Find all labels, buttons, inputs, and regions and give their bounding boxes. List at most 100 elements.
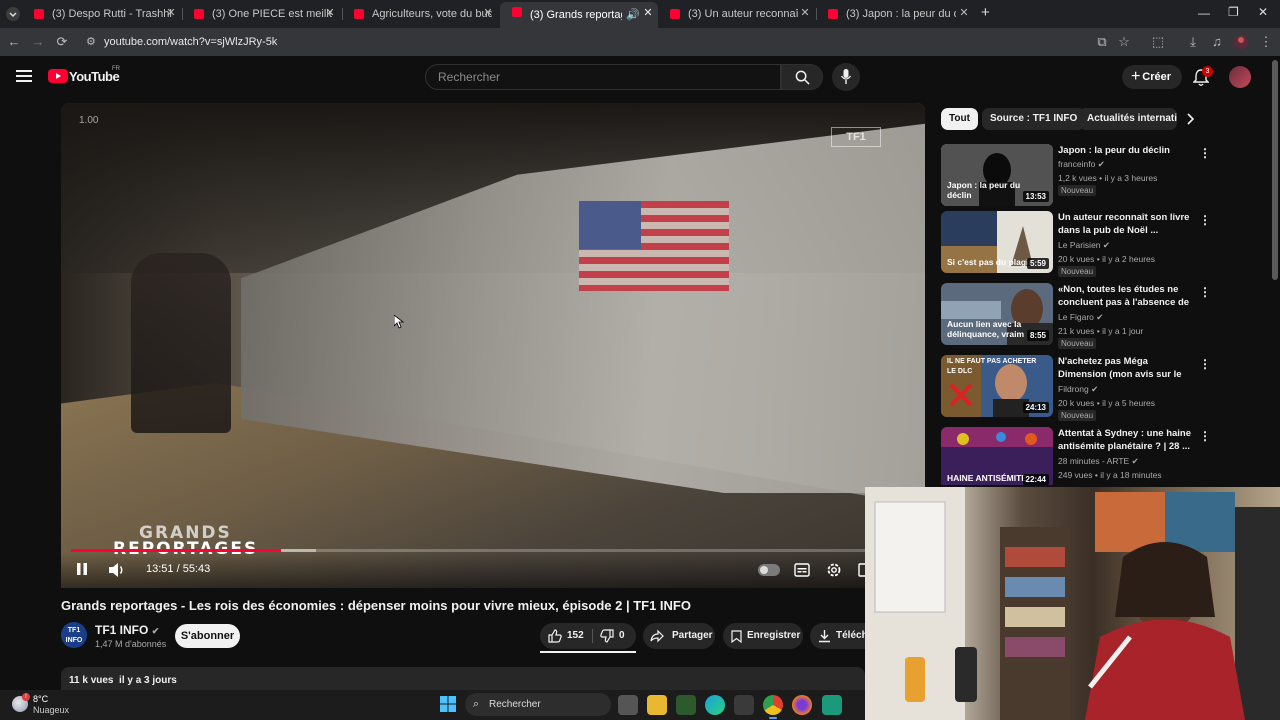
- recommendation-channel[interactable]: 28 minutes - ARTE ✔: [1058, 456, 1139, 467]
- more-actions-icon[interactable]: ⋮: [1199, 285, 1211, 299]
- like-button[interactable]: 152: [540, 623, 592, 649]
- bookmark-star-icon[interactable]: ☆: [1116, 34, 1132, 50]
- more-actions-icon[interactable]: ⋮: [1199, 429, 1211, 443]
- recommendation-thumbnail[interactable]: Aucun lien avec la délinquance, vraim 8:…: [941, 283, 1053, 345]
- channel-avatar[interactable]: TF1 INFO: [61, 622, 87, 648]
- progress-played: [71, 549, 282, 552]
- tab-close-icon[interactable]: ✕: [958, 6, 970, 20]
- verified-check-icon: ✔: [1102, 240, 1111, 250]
- chips-next-chevron-icon[interactable]: [1186, 112, 1196, 126]
- recommendation-title[interactable]: N'achetez pas Méga Dimension (mon avis s…: [1058, 355, 1196, 381]
- chrome-browser-icon[interactable]: [763, 695, 783, 715]
- recommendation-title[interactable]: Attentat à Sydney : une haine antisémite…: [1058, 427, 1196, 453]
- app-icon[interactable]: [822, 695, 842, 715]
- download-icon[interactable]: ⤓: [1185, 34, 1201, 50]
- autoplay-toggle[interactable]: [758, 564, 780, 576]
- address-bar[interactable]: ⚙ youtube.com/watch?v=sjWlzJRy-5k: [80, 32, 1140, 52]
- more-actions-icon[interactable]: ⋮: [1199, 357, 1211, 371]
- new-tab-button[interactable]: +: [981, 4, 990, 21]
- download-button[interactable]: Téléch: [810, 623, 865, 649]
- edge-browser-icon[interactable]: [705, 695, 725, 715]
- site-info-icon[interactable]: ⚙: [86, 32, 96, 52]
- browser-tab[interactable]: Agriculteurs, vote du budget...: [342, 4, 492, 24]
- dislike-button[interactable]: 0: [593, 623, 636, 649]
- window-close-icon[interactable]: ✕: [1258, 5, 1268, 19]
- recommendation-title[interactable]: Japon : la peur du déclin: [1058, 144, 1196, 157]
- save-button[interactable]: Enregistrer: [723, 623, 803, 649]
- recommendation-thumbnail[interactable]: HAINE ANTISÉMITE 22:44: [941, 427, 1053, 485]
- tab-audio-icon[interactable]: 🔊: [626, 8, 640, 21]
- channel-text: Fildrong: [1058, 384, 1089, 394]
- video-player[interactable]: TF1 1.00 GRANDS REPORTAGES 13:51 / 55:43: [61, 103, 925, 588]
- browser-menu-icon[interactable]: ⋮: [1258, 34, 1274, 50]
- chip-all[interactable]: Tout: [941, 108, 978, 130]
- weather-description[interactable]: Nuageux: [33, 705, 69, 715]
- recommendation-thumbnail[interactable]: Si c'est pas du plagiat 5:59: [941, 211, 1053, 273]
- tab-close-icon[interactable]: ✕: [642, 6, 654, 20]
- create-button[interactable]: + Créer: [1122, 65, 1182, 89]
- firefox-browser-icon[interactable]: [792, 695, 812, 715]
- minimize-icon[interactable]: —: [1198, 6, 1210, 20]
- pause-icon[interactable]: [75, 562, 89, 576]
- subtitles-icon[interactable]: [794, 563, 810, 577]
- tab-close-icon[interactable]: ✕: [482, 6, 494, 20]
- account-avatar[interactable]: [1229, 66, 1251, 88]
- reload-icon[interactable]: ⟳: [54, 34, 70, 50]
- windows-start-icon[interactable]: [440, 696, 456, 712]
- file-explorer-icon[interactable]: [647, 695, 667, 715]
- hamburger-menu-icon[interactable]: [16, 69, 32, 83]
- browser-tab[interactable]: (3) Japon : la peur du déclin - YouTube: [816, 4, 956, 24]
- chip-international-news[interactable]: Actualités internationales: [1079, 108, 1177, 130]
- share-button[interactable]: Partager: [643, 623, 715, 649]
- channel-name[interactable]: TF1 INFO ✔: [95, 623, 159, 637]
- recommendation-item[interactable]: IL NE FAUT PAS ACHETER LE DLC 24:13 N'ac…: [941, 355, 1216, 421]
- taskbar-search-box[interactable]: ⌕ Rechercher: [465, 693, 611, 716]
- tab-close-icon[interactable]: ✕: [324, 6, 336, 20]
- tab-close-icon[interactable]: ✕: [799, 6, 811, 20]
- search-input[interactable]: Rechercher: [425, 64, 781, 90]
- tab-close-icon[interactable]: ✕: [165, 6, 177, 20]
- subscribe-button[interactable]: S'abonner: [175, 624, 240, 648]
- profile-avatar-icon[interactable]: [1233, 34, 1249, 50]
- recommendation-channel[interactable]: Le Figaro ✔: [1058, 312, 1103, 323]
- recommendation-item[interactable]: Aucun lien avec la délinquance, vraim 8:…: [941, 283, 1216, 349]
- weather-temperature[interactable]: 8°C: [33, 694, 48, 704]
- recommendation-title[interactable]: «Non, toutes les études ne concluent pas…: [1058, 283, 1196, 309]
- extensions-icon[interactable]: ⬚: [1150, 34, 1166, 50]
- media-control-icon[interactable]: ♫: [1209, 34, 1225, 50]
- back-icon[interactable]: ←: [6, 34, 22, 50]
- voice-search-button[interactable]: [832, 63, 860, 91]
- recommendation-item[interactable]: HAINE ANTISÉMITE 22:44 Attentat à Sydney…: [941, 427, 1216, 485]
- recommendation-channel[interactable]: franceinfo ✔: [1058, 159, 1105, 170]
- forward-icon[interactable]: →: [30, 34, 46, 50]
- more-actions-icon[interactable]: ⋮: [1199, 213, 1211, 227]
- recommendation-title[interactable]: Un auteur reconnaît son livre dans la pu…: [1058, 211, 1196, 237]
- tab-search-icon[interactable]: [5, 6, 21, 22]
- browser-tab[interactable]: (3) One PIECE est meilleur sans...: [182, 4, 332, 24]
- recommendation-item[interactable]: Japon : la peur du déclin 13:53 Japon : …: [941, 144, 1216, 208]
- task-view-icon[interactable]: [618, 695, 638, 715]
- webcam-image: [865, 487, 1280, 720]
- browser-tab[interactable]: (3) Un auteur reconnaît son livre: [658, 4, 798, 24]
- page-scrollbar[interactable]: [1272, 60, 1278, 280]
- progress-bar[interactable]: [71, 549, 915, 552]
- recommendation-item[interactable]: Si c'est pas du plagiat 5:59 Un auteur r…: [941, 211, 1216, 277]
- recommendation-channel[interactable]: Fildrong ✔: [1058, 384, 1098, 395]
- recommendation-channel[interactable]: Le Parisien ✔: [1058, 240, 1110, 251]
- ms-store-icon[interactable]: [734, 695, 754, 715]
- volume-icon[interactable]: [108, 562, 126, 578]
- install-app-icon[interactable]: ⧉: [1094, 34, 1110, 50]
- recommendation-thumbnail[interactable]: IL NE FAUT PAS ACHETER LE DLC 24:13: [941, 355, 1053, 417]
- recommendation-thumbnail[interactable]: Japon : la peur du déclin 13:53: [941, 144, 1053, 206]
- video-title: Grands reportages - Les rois des économi…: [61, 598, 691, 613]
- video-duration: 5:59: [1026, 258, 1049, 269]
- settings-gear-icon[interactable]: [826, 562, 842, 578]
- tab-title: (3) One PIECE est meilleur sans...: [212, 8, 332, 20]
- nvidia-app-icon[interactable]: [676, 695, 696, 715]
- restore-icon[interactable]: ❐: [1228, 5, 1239, 19]
- search-button[interactable]: [781, 64, 823, 90]
- browser-tab[interactable]: (3) Despo Rutti - Trashhh - YouTube: [22, 4, 172, 24]
- chip-source[interactable]: Source : TF1 INFO: [982, 108, 1086, 130]
- youtube-logo-icon[interactable]: [48, 69, 68, 83]
- more-actions-icon[interactable]: ⋮: [1199, 146, 1211, 160]
